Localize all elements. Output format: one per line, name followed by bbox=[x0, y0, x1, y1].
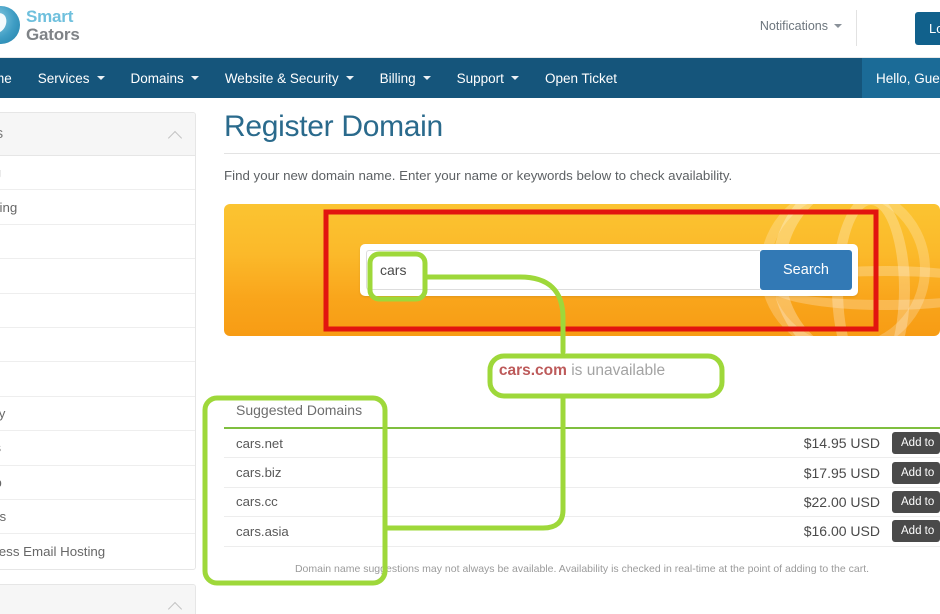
nav-item-label: Domains bbox=[130, 70, 184, 86]
nav-item-support[interactable]: Support bbox=[444, 58, 532, 98]
sidebar-item-label: site Backup bbox=[0, 475, 2, 490]
chevron-up-icon[interactable] bbox=[170, 129, 181, 140]
suggestions-note: Domain name suggestions may not always b… bbox=[294, 562, 870, 575]
nav-item-label: Website & Security bbox=[224, 70, 339, 86]
add-to-cart-button[interactable]: Add to bbox=[892, 490, 940, 513]
chevron-up-icon[interactable] bbox=[170, 600, 181, 611]
domain-name: cars.biz bbox=[236, 465, 282, 481]
login-button[interactable]: Lo bbox=[915, 12, 940, 45]
brand-name-top: Smart bbox=[26, 7, 74, 27]
domain-unavailable-message: cars.com is unavailable bbox=[224, 362, 940, 380]
sidebar-item-website-backup[interactable]: site Backup bbox=[0, 466, 195, 500]
main-content: Register Domain Find your new domain nam… bbox=[224, 110, 940, 575]
nav-item-website-security[interactable]: Website & Security bbox=[212, 58, 367, 98]
table-row[interactable]: cars.net $14.95 USD Add to bbox=[224, 429, 940, 459]
nav-item-services[interactable]: Services bbox=[25, 58, 118, 98]
sidebar-item-dedicated-hosting[interactable]: icated Hosting bbox=[0, 190, 195, 225]
header-divider bbox=[856, 10, 857, 46]
categories-panel: Categories red Hosting icated Hosting Ho… bbox=[0, 112, 196, 570]
domain-price: $14.95 USD bbox=[803, 435, 880, 452]
sidebar-item-product-addons[interactable]: duct Addons bbox=[0, 500, 195, 535]
search-button[interactable]: Search bbox=[760, 250, 852, 290]
sidebar-item-label: duct Addons bbox=[0, 509, 7, 525]
nav-item-label: Services bbox=[37, 70, 90, 86]
table-row[interactable]: cars.cc $22.00 USD Add to bbox=[224, 488, 940, 518]
notifications-label: Notifications bbox=[759, 19, 828, 33]
domain-search-banner: Search bbox=[224, 204, 940, 336]
domain-price: $22.00 USD bbox=[803, 493, 880, 510]
actions-panel-header[interactable]: Actions bbox=[0, 584, 195, 614]
categories-panel-header[interactable]: Categories bbox=[0, 113, 195, 156]
sidebar-item-shared-hosting[interactable]: red Hosting bbox=[0, 156, 195, 191]
sidebar-item-server-cluster[interactable]: er Cluster bbox=[0, 259, 195, 294]
brand-name-bottom: Gators bbox=[26, 24, 80, 44]
nav-item-label: Open Ticket bbox=[544, 70, 617, 86]
chevron-down-icon bbox=[345, 76, 354, 80]
sidebar-item-wordpress[interactable]: dPress bbox=[0, 294, 195, 328]
page-lead-text: Find your new domain name. Enter your na… bbox=[224, 168, 733, 183]
sidebar-item-label: site Security bbox=[0, 406, 5, 421]
add-to-cart-button[interactable]: Add to bbox=[892, 520, 940, 543]
domain-search-form: Search bbox=[360, 244, 858, 296]
categories-title: Categories bbox=[0, 126, 3, 142]
actions-panel: Actions bbox=[0, 583, 196, 614]
nav-item-domains[interactable]: Domains bbox=[118, 58, 212, 98]
brand-logo[interactable]: Smart Gators bbox=[0, 6, 80, 44]
notifications-menu[interactable]: Notifications bbox=[760, 19, 842, 33]
sidebar-item-label: nium Business Email Hosting bbox=[0, 543, 106, 559]
suggested-domains-section: Suggested Domains cars.net $14.95 USD Ad… bbox=[224, 402, 940, 575]
sidebar-item-website-security[interactable]: site Security bbox=[0, 397, 195, 432]
nav-item-list: me Services Domains Website & Security B… bbox=[0, 58, 630, 98]
nav-item-open-ticket[interactable]: Open Ticket bbox=[532, 58, 630, 98]
page-root: Smart Gators Notifications Lo me Service… bbox=[0, 0, 940, 614]
domain-name: cars.cc bbox=[236, 494, 278, 510]
table-row[interactable]: cars.asia $16.00 USD Add to bbox=[224, 517, 940, 547]
sidebar-item-website-builder[interactable]: site Builder bbox=[0, 362, 195, 397]
chevron-down-icon bbox=[834, 24, 842, 28]
chevron-down-icon bbox=[96, 76, 105, 80]
unavailable-suffix: is unavailable bbox=[566, 362, 666, 379]
main-navbar: me Services Domains Website & Security B… bbox=[0, 58, 940, 98]
chevron-down-icon bbox=[510, 76, 519, 80]
domain-name: cars.net bbox=[236, 435, 283, 451]
sidebar-item-label: icated Hosting bbox=[0, 199, 18, 215]
nav-item-label: Billing bbox=[379, 70, 416, 86]
gator-logo-icon bbox=[0, 6, 20, 44]
domain-price: $17.95 USD bbox=[803, 464, 880, 481]
add-to-cart-button[interactable]: Add to bbox=[892, 432, 940, 455]
brand-name: Smart Gators bbox=[26, 7, 80, 43]
add-to-cart-button[interactable]: Add to bbox=[892, 461, 940, 484]
table-row[interactable]: cars.biz $17.95 USD Add to bbox=[224, 458, 940, 488]
chevron-down-icon bbox=[190, 76, 199, 80]
domain-name: cars.asia bbox=[236, 523, 289, 539]
domain-search-input[interactable] bbox=[366, 250, 760, 290]
top-header: Smart Gators Notifications Lo bbox=[0, 0, 940, 58]
sidebar-item-ssl-certificates[interactable]: Certificates bbox=[0, 328, 195, 363]
domain-price: $16.00 USD bbox=[803, 523, 880, 540]
sidebar-item-label: red Hosting bbox=[0, 165, 1, 180]
chevron-down-icon bbox=[422, 76, 431, 80]
nav-item-billing[interactable]: Billing bbox=[367, 58, 444, 98]
sidebar-item-premium-business-email-hosting[interactable]: nium Business Email Hosting bbox=[0, 534, 195, 568]
sidebar-item-label: ail Services bbox=[0, 440, 1, 455]
nav-item-label: Support bbox=[456, 70, 504, 86]
unavailable-domain-name: cars.com bbox=[498, 362, 567, 379]
suggested-domains-header: Suggested Domains bbox=[224, 402, 940, 429]
sidebar: Categories red Hosting icated Hosting Ho… bbox=[0, 112, 196, 614]
nav-item-home[interactable]: me bbox=[0, 58, 25, 98]
user-greeting[interactable]: Hello, Guest bbox=[862, 58, 940, 98]
sidebar-item-vps-hosting[interactable]: Hosting bbox=[0, 225, 195, 260]
title-divider bbox=[224, 153, 940, 154]
nav-item-label: me bbox=[0, 70, 12, 86]
page-title: Register Domain bbox=[224, 110, 443, 143]
sidebar-item-email-services[interactable]: ail Services bbox=[0, 431, 195, 466]
